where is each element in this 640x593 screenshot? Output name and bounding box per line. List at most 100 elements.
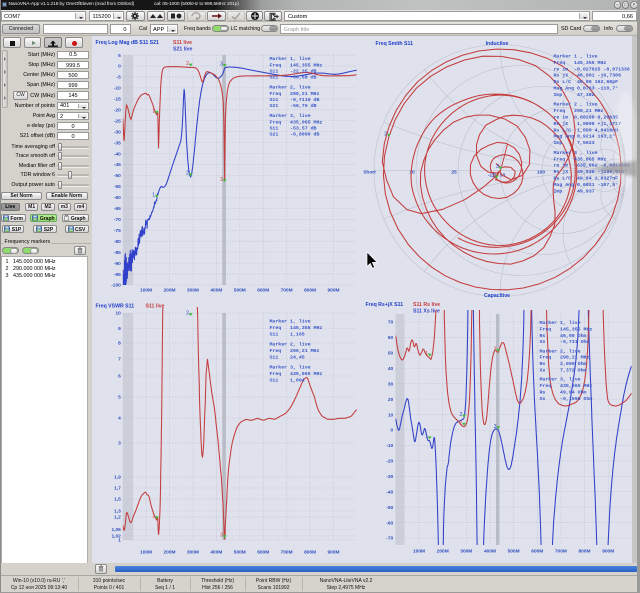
svg-text:Capacitive: Capacitive — [484, 293, 510, 299]
svg-text:2: 2 — [460, 412, 463, 418]
svg-text:3: 3 — [118, 441, 121, 447]
svg-text:-40: -40 — [114, 151, 121, 157]
svg-text:1,7: 1,7 — [114, 486, 121, 492]
svg-text:S11 1,165: S11 1,165 — [270, 332, 305, 338]
svg-text:Rs jX 1,0899 +j1,3717: Rs jX 1,0899 +j1,3717 — [554, 121, 622, 127]
svg-text:2: 2 — [384, 131, 387, 137]
svg-text:0: 0 — [391, 428, 394, 434]
svg-text:Freq Rs+jX S11: Freq Rs+jX S11 — [366, 302, 404, 308]
svg-text:400M: 400M — [210, 550, 222, 556]
svg-text:1,2: 1,2 — [114, 515, 121, 521]
svg-text:100: 100 — [537, 170, 545, 176]
svg-text:S11 live: S11 live — [173, 40, 192, 46]
svg-text:900M: 900M — [328, 550, 340, 556]
svg-text:3: 3 — [494, 424, 497, 430]
svg-text:S21 live: S21 live — [173, 47, 192, 53]
svg-text:-20: -20 — [386, 459, 393, 465]
svg-text:-50: -50 — [114, 173, 121, 179]
svg-text:300M: 300M — [187, 288, 199, 294]
svg-text:600M: 600M — [257, 288, 269, 294]
svg-text:-75: -75 — [114, 228, 121, 234]
svg-text:Freq 145,355 MHz: Freq 145,355 MHz — [540, 326, 593, 332]
svg-text:-85: -85 — [114, 250, 121, 256]
svg-text:Rs 49,94 Ohm: Rs 49,94 Ohm — [540, 389, 587, 395]
svg-text:Freq 435,065 MHz: Freq 435,065 MHz — [540, 383, 593, 389]
svg-text:Freq VSWR S11: Freq VSWR S11 — [96, 304, 135, 310]
svg-text:6: 6 — [118, 374, 121, 380]
svg-text:1: 1 — [492, 173, 495, 179]
svg-text:0: 0 — [118, 64, 121, 70]
svg-text:Rs 2,090 Ohm: Rs 2,090 Ohm — [540, 361, 587, 367]
svg-text:Imp 47,382: Imp 47,382 — [554, 92, 595, 98]
svg-text:1: 1 — [152, 514, 155, 520]
svg-text:600M: 600M — [257, 550, 269, 556]
svg-text:3: 3 — [220, 533, 223, 539]
svg-text:600M: 600M — [531, 549, 543, 555]
svg-text:300M: 300M — [460, 549, 472, 555]
svg-text:-55: -55 — [114, 184, 121, 190]
svg-text:S11 live: S11 live — [146, 304, 165, 310]
svg-text:3: 3 — [220, 62, 223, 68]
svg-text:-30: -30 — [386, 474, 393, 480]
svg-text:Marker 2, live: Marker 2, live — [270, 85, 311, 91]
svg-text:3: 3 — [494, 346, 497, 352]
svg-text:S11 -0,7110 dB: S11 -0,7110 dB — [270, 97, 320, 103]
svg-text:100M: 100M — [140, 550, 152, 556]
svg-text:-35: -35 — [114, 140, 121, 146]
svg-text:Inductive: Inductive — [486, 41, 509, 47]
svg-text:Marker 3 , live: Marker 3 , live — [554, 150, 598, 156]
svg-text:S21 -50,76 dB: S21 -50,76 dB — [270, 103, 317, 109]
svg-text:Marker 1 , live: Marker 1 , live — [554, 54, 598, 60]
svg-text:-30: -30 — [114, 129, 121, 135]
svg-text:Freq 290,21 MHz: Freq 290,21 MHz — [554, 108, 604, 114]
svg-text:Mag Ang 0,0021 -107,5°: Mag Ang 0,0021 -107,5° — [554, 182, 619, 188]
svg-text:-100: -100 — [111, 283, 121, 289]
svg-text:800M: 800M — [579, 549, 591, 555]
svg-text:-80: -80 — [114, 239, 121, 245]
svg-text:200M: 200M — [437, 549, 449, 555]
svg-text:Marker 1, live: Marker 1, live — [540, 320, 581, 326]
svg-text:-25: -25 — [114, 118, 121, 124]
svg-text:Freq 145,355 MHz: Freq 145,355 MHz — [270, 62, 323, 68]
svg-text:Rs 46,90 Ohm: Rs 46,90 Ohm — [540, 333, 587, 339]
svg-text:Rs jX 46,901 -j6,7306: Rs jX 46,901 -j6,7306 — [554, 73, 622, 79]
svg-text:60: 60 — [388, 335, 394, 341]
svg-text:Marker 3, live: Marker 3, live — [270, 364, 311, 370]
svg-text:S21 -60,68 dB: S21 -60,68 dB — [270, 75, 317, 81]
svg-text:-70: -70 — [114, 217, 121, 223]
svg-text:Rs L/C 49,94 1,8327nF: Rs L/C 49,94 1,8327nF — [554, 176, 619, 182]
svg-text:7: 7 — [118, 357, 121, 363]
svg-text:500M: 500M — [508, 549, 520, 555]
svg-text:-65: -65 — [114, 206, 121, 212]
svg-text:Marker 2, live: Marker 2, live — [540, 348, 581, 354]
svg-text:-45: -45 — [114, 162, 121, 168]
svg-text:Freq 435,065 MHz: Freq 435,065 MHz — [270, 371, 323, 377]
svg-text:2: 2 — [460, 420, 463, 426]
svg-text:50: 50 — [388, 351, 394, 357]
svg-text:Freq Log Mag dB S11 S21: Freq Log Mag dB S11 S21 — [96, 40, 160, 46]
svg-text:Freq Smith S11: Freq Smith S11 — [376, 41, 414, 47]
svg-text:800M: 800M — [304, 288, 316, 294]
svg-text:2: 2 — [186, 311, 189, 317]
svg-text:re im 0,88206 0,26635: re im 0,88206 0,26635 — [554, 115, 619, 121]
svg-text:Mag Ang 0,9214 163,1°: Mag Ang 0,9214 163,1° — [554, 134, 616, 140]
svg-text:Marker 3, live: Marker 3, live — [540, 377, 581, 383]
svg-text:4: 4 — [118, 416, 121, 422]
svg-text:5: 5 — [118, 53, 121, 59]
svg-text:70: 70 — [388, 320, 394, 326]
svg-text:2: 2 — [186, 171, 189, 177]
svg-text:-15: -15 — [114, 97, 121, 103]
svg-text:1: 1 — [152, 108, 155, 114]
svg-text:-40: -40 — [386, 489, 393, 495]
svg-text:200M: 200M — [164, 288, 176, 294]
svg-text:Marker 1, live: Marker 1, live — [270, 56, 311, 62]
svg-text:S11 -53,57 dB: S11 -53,57 dB — [270, 125, 317, 131]
svg-text:10: 10 — [115, 311, 121, 317]
svg-text:8: 8 — [118, 341, 121, 347]
svg-text:2: 2 — [186, 61, 189, 67]
svg-text:S11 24,45: S11 24,45 — [270, 355, 305, 361]
svg-text:1: 1 — [152, 192, 155, 198]
svg-text:3: 3 — [220, 177, 223, 183]
svg-text:Marker 3, live: Marker 3, live — [270, 113, 311, 119]
svg-text:25: 25 — [451, 170, 457, 176]
